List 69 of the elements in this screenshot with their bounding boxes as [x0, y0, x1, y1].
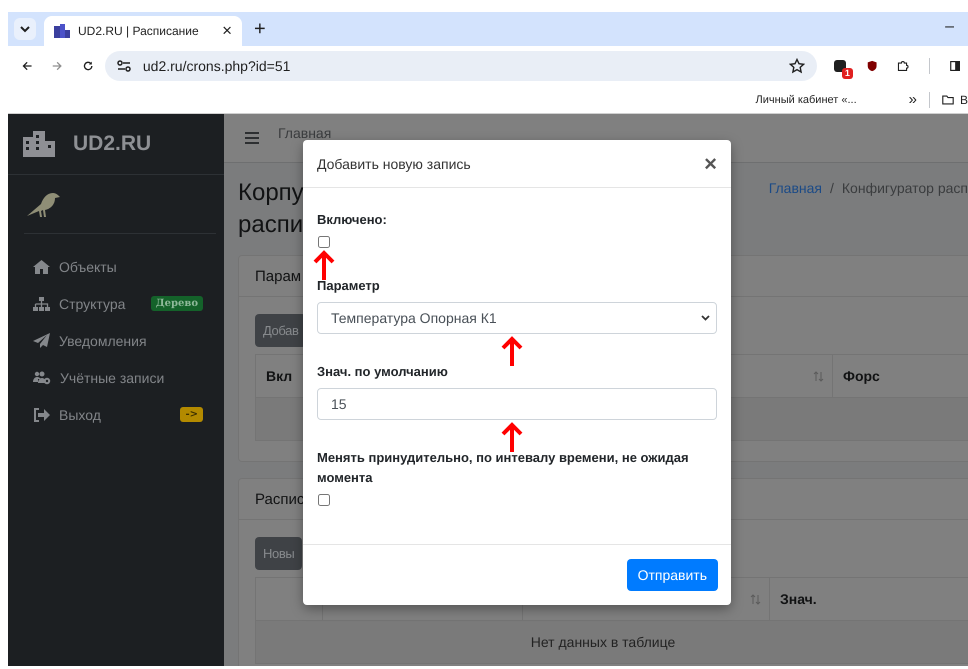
tune-icon[interactable]: [116, 60, 131, 72]
notification-badge: 1: [842, 68, 853, 79]
buildings-icon: [23, 131, 55, 157]
empty-table-message: Нет данных в таблице: [530, 634, 676, 650]
puzzle-icon[interactable]: [897, 58, 909, 74]
reload-icon[interactable]: [82, 59, 93, 73]
home-link[interactable]: Главная: [278, 125, 332, 141]
star-icon[interactable]: [788, 58, 805, 74]
nav-item[interactable]: Объекты: [8, 248, 224, 285]
nav-item[interactable]: Структура Дерево: [8, 285, 224, 322]
nav-label: Учётные записи: [60, 370, 166, 386]
bookmark-folder[interactable]: В: [942, 92, 968, 106]
add-button[interactable]: Новы: [255, 537, 302, 570]
paper-plane-icon: [33, 333, 50, 348]
url-text: ud2.ru/crons.php?id=51: [142, 58, 290, 74]
submit-button[interactable]: Отправить: [626, 559, 718, 591]
column-header[interactable]: Вкл: [266, 368, 292, 384]
forward-icon[interactable]: [52, 59, 63, 73]
nav-item[interactable]: Уведомления: [8, 322, 224, 359]
bookmark-link[interactable]: Личный кабинет «...: [756, 94, 857, 106]
parameter-select[interactable]: Температура Опорная К1: [317, 302, 717, 334]
chevron-down-icon: [701, 315, 710, 321]
minimize-button[interactable]: –: [945, 18, 954, 36]
tab-title: UD2.RU | Расписание: [78, 24, 200, 38]
more-bookmarks-button[interactable]: »: [908, 91, 917, 108]
close-icon[interactable]: ×: [222, 21, 232, 41]
browser-tab[interactable]: UD2.RU | Расписание ×: [44, 16, 242, 46]
home-icon: [33, 260, 50, 274]
users-gear-icon: [33, 370, 51, 384]
nav-label: Уведомления: [59, 332, 148, 348]
page-title: распи: [238, 210, 304, 240]
card-title: Парам: [255, 268, 302, 284]
menu-icon[interactable]: [245, 132, 259, 144]
close-icon[interactable]: ×: [704, 150, 717, 176]
checkbox[interactable]: [318, 494, 330, 506]
field-label: Параметр: [317, 277, 381, 295]
brand-name[interactable]: UD2.RU: [73, 132, 152, 156]
column-header[interactable]: Знач.: [780, 591, 817, 607]
modal-title: Добавить новую запись: [317, 156, 471, 172]
extension-icon[interactable]: [832, 59, 847, 73]
nav-label: Выход: [59, 406, 102, 422]
field-label: Менять принудительно, по интевалу времени, не ожидая момента: [317, 449, 690, 487]
card-title: Распис: [255, 490, 304, 508]
sitemap-icon: [33, 296, 50, 310]
breadcrumb-separator: /: [830, 180, 834, 196]
checkbox[interactable]: [318, 236, 330, 248]
folder-icon: [942, 94, 954, 106]
nav-item[interactable]: Выход ->: [8, 396, 224, 433]
bird-icon: [26, 190, 62, 218]
field-label: Знач. по умолчанию: [317, 363, 449, 381]
nav-badge: Дерево: [150, 296, 203, 311]
nav-item[interactable]: Учётные записи: [8, 359, 224, 396]
shield-icon[interactable]: [866, 58, 878, 74]
back-icon[interactable]: [22, 59, 32, 73]
new-tab-button[interactable]: +: [254, 18, 266, 41]
breadcrumb-current: Конфигуратор расп: [842, 180, 968, 196]
tab-search-button[interactable]: [14, 18, 36, 40]
page-title: Корпу: [238, 178, 304, 208]
nav-label: Объекты: [59, 258, 118, 274]
address-bar[interactable]: ud2.ru/crons.php?id=51: [104, 51, 817, 81]
input-field[interactable]: 15: [317, 388, 717, 420]
buildings-icon: [54, 24, 70, 38]
side-panel-icon[interactable]: [950, 59, 960, 73]
sign-out-icon: [33, 408, 50, 422]
nav-badge: ->: [180, 407, 203, 422]
field-label: Включено:: [317, 211, 388, 229]
column-header[interactable]: Форс: [843, 368, 880, 384]
nav-label: Структура: [59, 296, 126, 312]
chevron-down-icon: [20, 26, 30, 32]
